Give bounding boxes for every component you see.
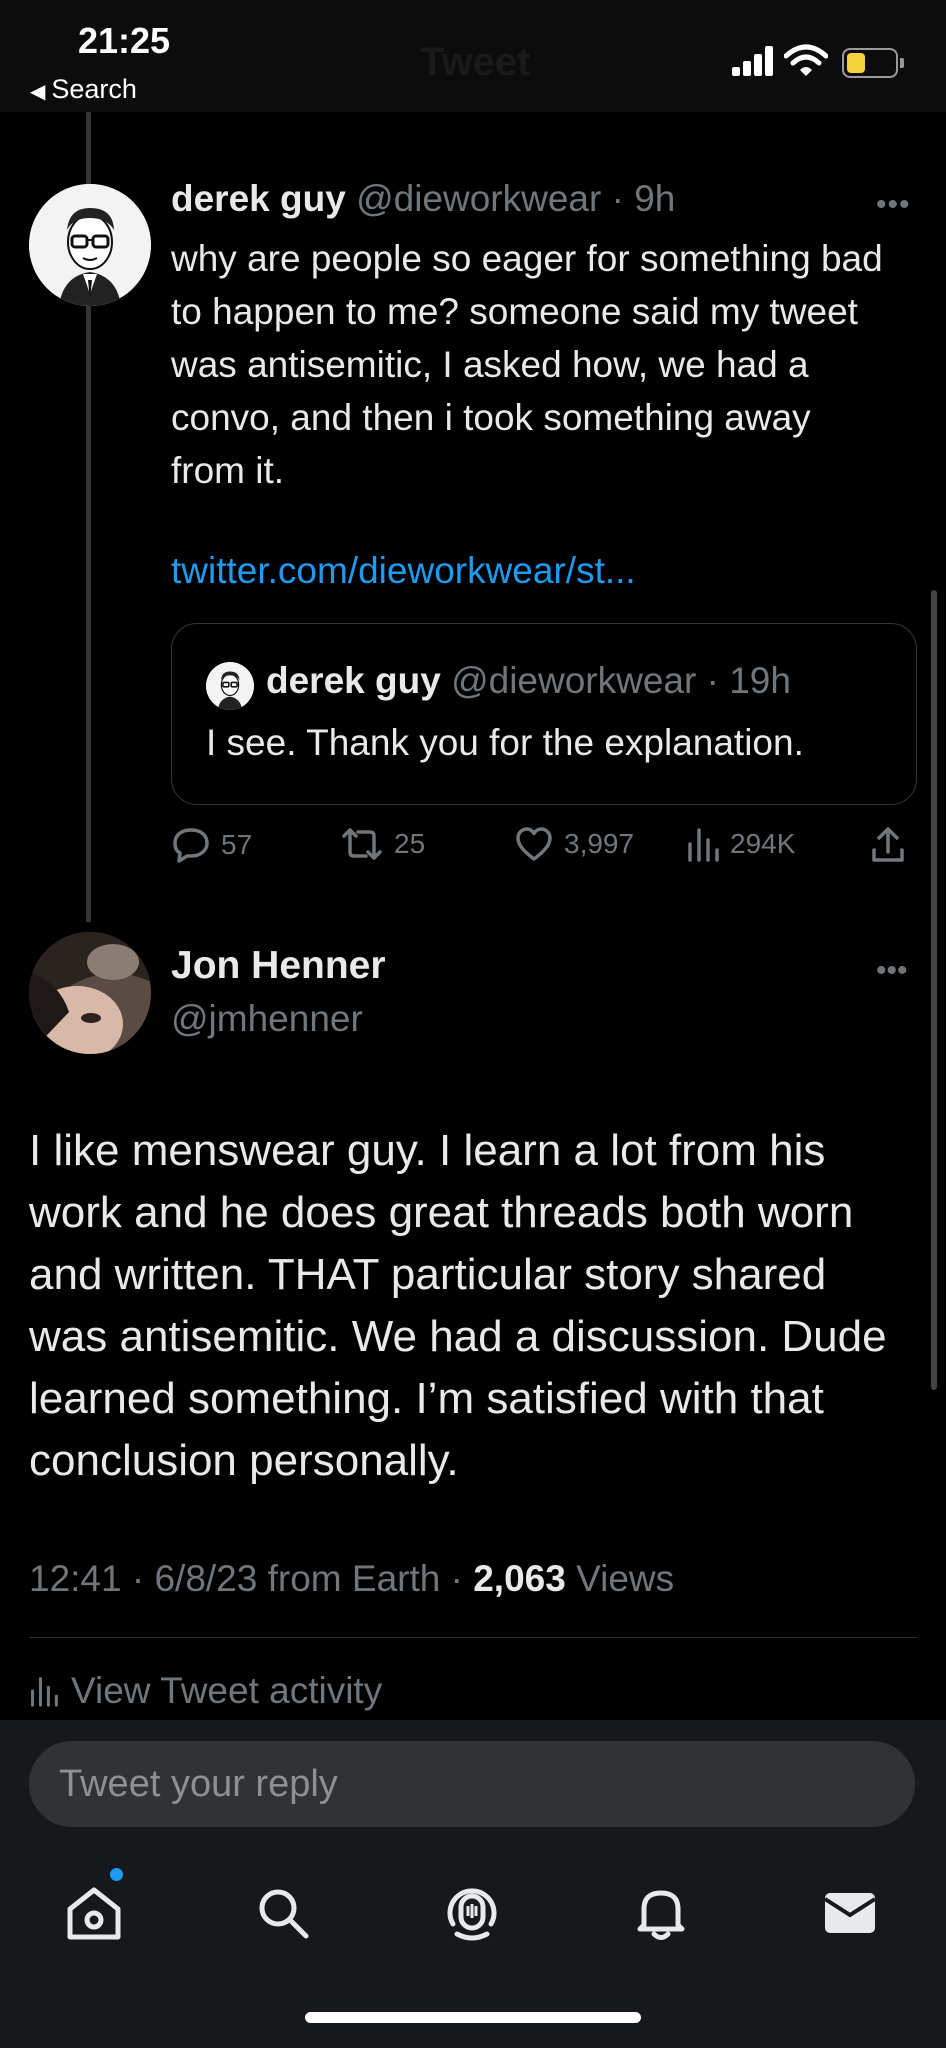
tweet-meta: 12:41 · 6/8/23 from Earth · 2,063 Views [29, 1558, 674, 1600]
status-time: 21:25 [78, 20, 171, 61]
avatar[interactable] [29, 932, 151, 1054]
reply-icon [173, 828, 209, 863]
author-handle[interactable]: @jmhenner [171, 998, 363, 1040]
divider [29, 1637, 917, 1638]
tweet-time: 9h [634, 178, 676, 219]
views-button[interactable]: 294K [686, 826, 795, 862]
signal-icon [732, 46, 774, 76]
retweet-icon [342, 828, 382, 860]
views-count: 2,063 [473, 1558, 566, 1599]
bar-chart-icon [30, 1677, 58, 1707]
avatar [206, 662, 254, 710]
tweet-text: why are people so eager for something ba… [171, 238, 883, 491]
tweet-header: derek guy @dieworkwear · 9h [171, 178, 676, 219]
author-name[interactable]: derek guy [171, 178, 346, 219]
share-button[interactable] [870, 826, 916, 864]
views-count: 294K [730, 828, 796, 859]
wifi-icon [783, 44, 829, 83]
spaces-icon [447, 1888, 497, 1941]
quoted-author-handle: @dieworkwear [451, 660, 697, 701]
avatar-illustration [29, 184, 151, 306]
tweet-timestamp: 12:41 · 6/8/23 from Earth · [29, 1558, 474, 1599]
quoted-tweet-text: I see. Thank you for the explanation. [206, 722, 804, 763]
tab-home[interactable] [59, 1878, 129, 1948]
home-indicator [305, 2012, 641, 2023]
heart-icon [516, 827, 552, 861]
tab-messages[interactable] [815, 1878, 885, 1948]
view-activity-label: View Tweet activity [71, 1670, 383, 1711]
view-tweet-activity-link[interactable]: View Tweet activity [29, 1670, 382, 1712]
home-icon [67, 1887, 121, 1940]
tab-spaces[interactable] [437, 1878, 507, 1948]
views-label: Views [565, 1558, 675, 1599]
like-count: 3,997 [564, 828, 635, 859]
tweet-text: I like menswear guy. I learn a lot from … [29, 1126, 887, 1485]
notifications-icon [637, 1890, 685, 1940]
back-to-search-button[interactable]: ◀ Search [30, 74, 137, 105]
like-button[interactable]: 3,997 [514, 826, 634, 862]
tab-notifications[interactable] [626, 1878, 696, 1948]
quoted-tweet-time: 19h [729, 660, 791, 701]
reply-button[interactable]: 57 [171, 826, 252, 864]
retweet-button[interactable]: 25 [340, 826, 425, 862]
back-arrow-icon: ◀ [30, 81, 46, 103]
bar-chart-icon [688, 828, 719, 862]
avatar-photo [29, 932, 151, 1054]
new-content-badge [110, 1868, 123, 1881]
back-label: Search [51, 74, 137, 104]
reply-input[interactable] [29, 1741, 915, 1827]
author-handle[interactable]: @dieworkwear [356, 178, 601, 219]
quoted-author-name: derek guy [266, 660, 441, 701]
retweet-count: 25 [394, 828, 426, 859]
avatar[interactable] [29, 184, 151, 306]
author-name[interactable]: Jon Henner [171, 944, 386, 988]
more-options-icon[interactable]: ••• [876, 188, 911, 222]
reply-count: 57 [221, 829, 253, 860]
tab-search[interactable] [248, 1878, 318, 1948]
battery-icon [842, 48, 904, 78]
tweet-link[interactable]: twitter.com/dieworkwear/st... [171, 550, 636, 592]
quoted-tweet-header: derek guy @dieworkwear · 19h [266, 660, 791, 701]
more-options-icon[interactable]: ••• [876, 954, 908, 988]
scrollbar[interactable] [931, 590, 937, 1390]
share-icon [872, 827, 904, 862]
header-title: Tweet [420, 40, 531, 84]
messages-icon [823, 1893, 877, 1933]
search-icon [259, 1889, 309, 1939]
quoted-tweet-card[interactable]: derek guy @dieworkwear · 19h I see. Than… [171, 623, 917, 805]
